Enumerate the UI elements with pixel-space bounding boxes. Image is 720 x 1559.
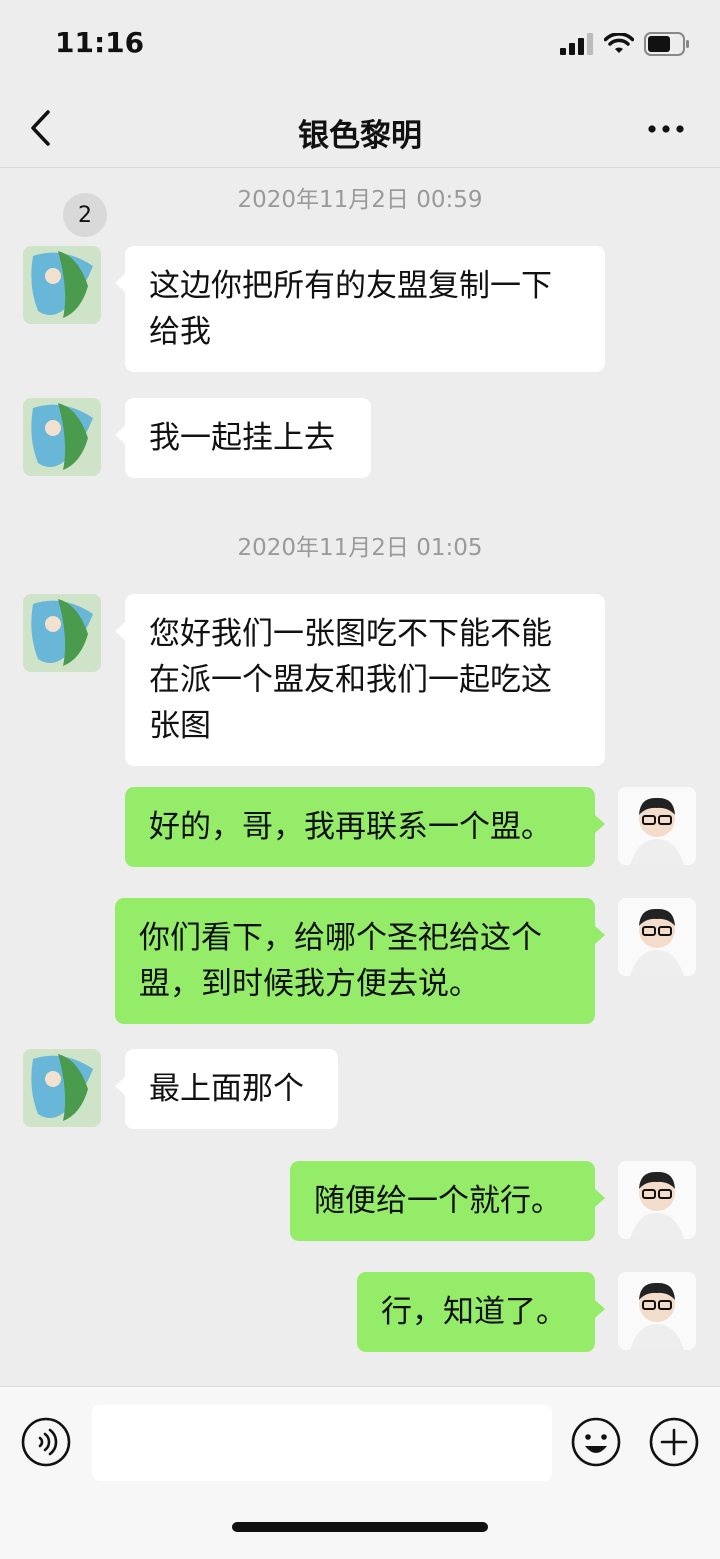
user-avatar[interactable] [618,898,696,976]
voice-icon[interactable] [20,1416,72,1468]
contact-avatar[interactable] [23,594,101,672]
message-bubble-outgoing[interactable]: 行，知道了。 [357,1272,605,1352]
message-input[interactable] [92,1405,552,1481]
message-bubble-outgoing[interactable]: 你们看下，给哪个圣祀给这个盟，到时候我方便去说。 [115,898,605,1024]
status-bar: 11:16 [0,0,720,88]
more-icon[interactable] [646,114,686,144]
input-bar [0,1386,720,1559]
message-bubble-incoming[interactable]: 这边你把所有的友盟复制一下给我 [115,246,605,372]
user-avatar[interactable] [618,1161,696,1239]
timestamp: 2020年11月2日 01:05 [237,535,483,561]
wifi-icon [604,33,634,53]
contact-avatar[interactable] [23,1049,101,1127]
plus-icon[interactable] [648,1416,700,1468]
message-bubble-outgoing[interactable]: 随便给一个就行。 [290,1161,605,1241]
chat-header: 2 银色黎明 [0,88,720,237]
contact-avatar[interactable] [23,246,101,324]
message-bubble-incoming[interactable]: 您好我们一张图吃不下能不能在派一个盟友和我们一起吃这张图 [115,594,605,766]
signal-icon [560,33,593,55]
chat-title: 银色黎明 [298,118,422,154]
home-indicator [232,1522,488,1532]
user-avatar[interactable] [618,1272,696,1350]
status-time: 11:16 [55,26,145,59]
contact-avatar[interactable] [23,398,101,476]
battery-icon [644,32,689,56]
message-bubble-incoming[interactable]: 我一起挂上去 [115,398,371,478]
user-avatar[interactable] [618,787,696,865]
emoji-icon[interactable] [570,1416,622,1468]
message-bubble-incoming[interactable]: 最上面那个 [115,1049,338,1129]
message-bubble-outgoing[interactable]: 好的，哥，我再联系一个盟。 [125,787,605,867]
timestamp: 2020年11月2日 00:59 [237,187,483,213]
